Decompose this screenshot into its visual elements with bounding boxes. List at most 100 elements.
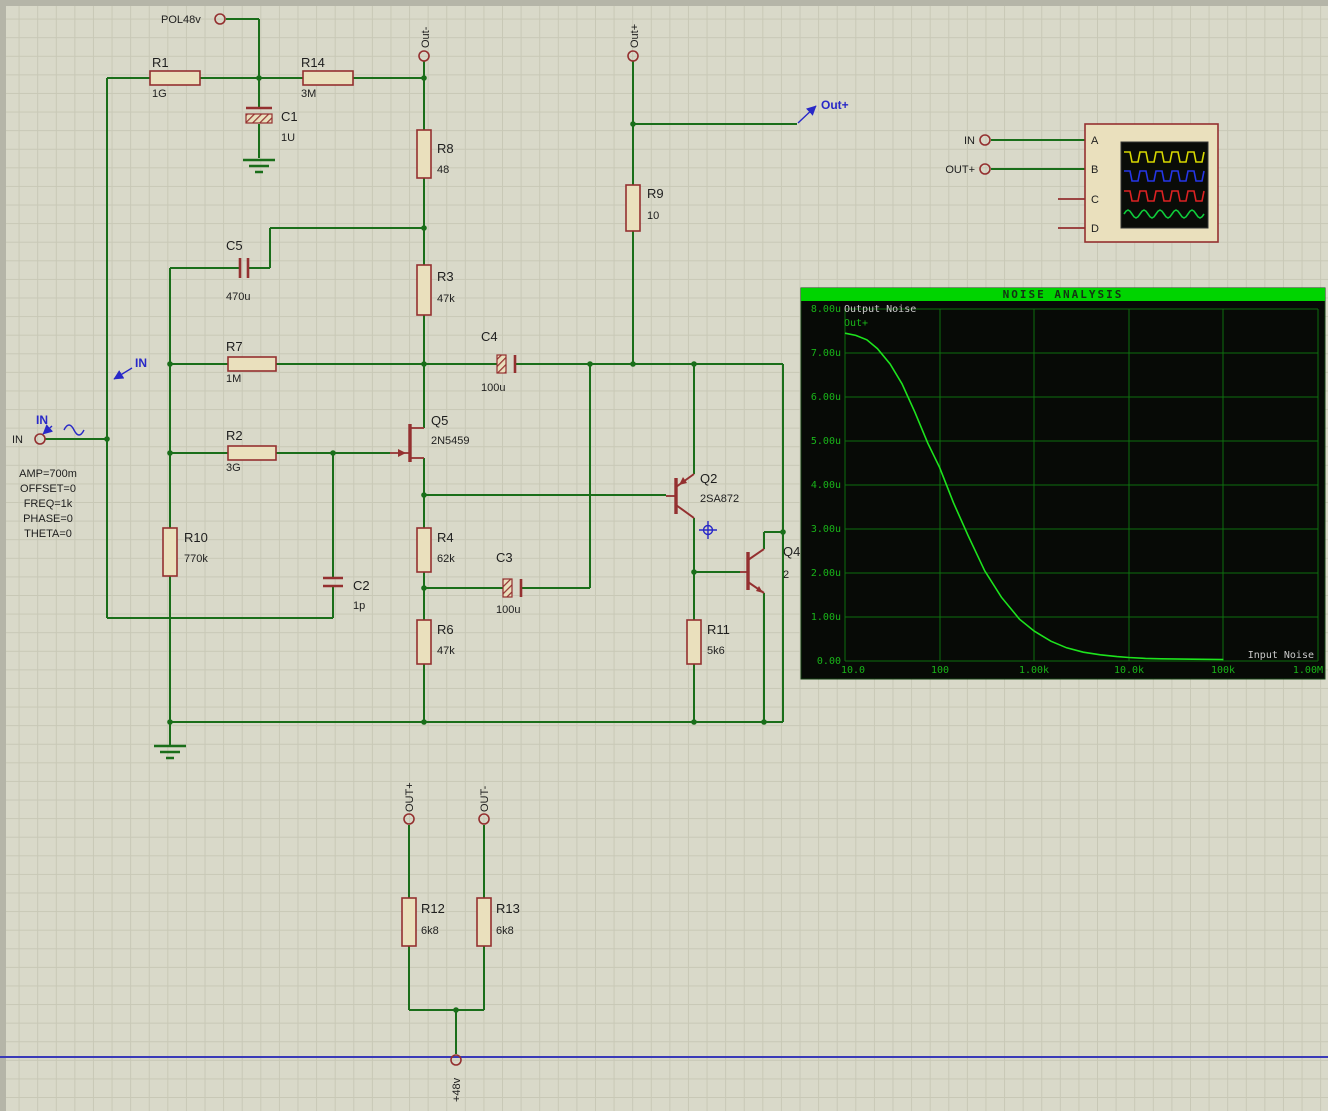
schematic-canvas[interactable]: POL48v R1 1G R14 3M C1 1U Out- R8 48 C5 … — [0, 0, 1328, 1111]
component-value-r6[interactable]: 47k — [437, 645, 455, 657]
capacitor-c3[interactable] — [502, 578, 523, 598]
terminal-scope-out-plus[interactable] — [979, 163, 991, 175]
ground-symbol-bottom[interactable] — [154, 744, 186, 760]
component-value-r4[interactable]: 62k — [437, 553, 455, 565]
terminal-out-plus-bottom[interactable] — [403, 813, 415, 825]
terminal-out-plus-top[interactable] — [627, 50, 639, 62]
resistor-r11[interactable] — [686, 619, 702, 665]
component-ref-r6[interactable]: R6 — [437, 622, 454, 637]
component-value-r13[interactable]: 6k8 — [496, 925, 514, 937]
graph-legend-input-noise: Input Noise — [1248, 650, 1314, 661]
capacitor-c5[interactable] — [238, 258, 250, 278]
capacitor-c2[interactable] — [323, 576, 343, 588]
resistor-r2[interactable] — [227, 445, 277, 461]
generator-param-offset: OFFSET=0 — [20, 483, 76, 495]
terminal-scope-in[interactable] — [979, 134, 991, 146]
scope-channel-d-label: D — [1091, 223, 1099, 235]
terminal-plus48v[interactable] — [450, 1054, 462, 1066]
terminal-label-out-minus-top[interactable]: Out- — [420, 26, 432, 48]
resistor-r9[interactable] — [625, 184, 641, 232]
resistor-r12[interactable] — [401, 897, 417, 947]
wire-label-arrow-out-plus[interactable] — [797, 105, 817, 124]
graph-panel[interactable] — [800, 287, 1326, 680]
component-value-q2[interactable]: 2SA872 — [700, 493, 739, 505]
terminal-out-minus-top[interactable] — [418, 50, 430, 62]
resistor-r7[interactable] — [227, 356, 277, 372]
terminal-out-minus-bottom[interactable] — [478, 813, 490, 825]
ground-symbol-c1[interactable] — [243, 158, 275, 174]
component-ref-r1[interactable]: R1 — [152, 55, 169, 70]
resistor-r1[interactable] — [149, 70, 201, 86]
component-ref-r11[interactable]: R11 — [707, 622, 730, 637]
scope-channel-a-label: A — [1091, 135, 1099, 147]
terminal-label-pol48v[interactable]: POL48v — [161, 14, 201, 26]
generator-param-amp: AMP=700m — [19, 468, 77, 480]
component-value-r1[interactable]: 1G — [152, 88, 167, 100]
wire-label-arrow-in-upper[interactable] — [113, 367, 133, 380]
scope-input-label-in[interactable]: IN — [964, 135, 975, 147]
resistor-r13[interactable] — [476, 897, 492, 947]
component-ref-q4[interactable]: Q4 — [783, 544, 800, 559]
terminal-label-out-plus-top[interactable]: Out+ — [629, 24, 641, 48]
component-ref-r13[interactable]: R13 — [496, 901, 520, 916]
component-ref-r10[interactable]: R10 — [184, 530, 208, 545]
wire-label-in-upper[interactable]: IN — [135, 356, 147, 370]
component-value-q5[interactable]: 2N5459 — [431, 435, 470, 447]
component-ref-c2[interactable]: C2 — [353, 578, 370, 593]
component-value-r12[interactable]: 6k8 — [421, 925, 439, 937]
resistor-r8[interactable] — [416, 129, 432, 179]
component-value-c5[interactable]: 470u — [226, 291, 250, 303]
component-ref-c3[interactable]: C3 — [496, 550, 513, 565]
component-value-r14[interactable]: 3M — [301, 88, 316, 100]
component-value-c2[interactable]: 1p — [353, 600, 365, 612]
component-ref-r7[interactable]: R7 — [226, 339, 243, 354]
graph-trace-label: Output Noise — [844, 304, 916, 315]
terminal-label-out-plus-bottom[interactable]: OUT+ — [404, 782, 416, 812]
resistor-r10[interactable] — [162, 527, 178, 577]
component-ref-r2[interactable]: R2 — [226, 428, 243, 443]
component-ref-c4[interactable]: C4 — [481, 329, 498, 344]
terminal-in[interactable] — [34, 433, 46, 445]
transistor-q4[interactable] — [740, 548, 765, 594]
capacitor-c1[interactable] — [245, 106, 273, 124]
component-value-r9[interactable]: 10 — [647, 210, 659, 222]
resistor-r14[interactable] — [302, 70, 354, 86]
component-value-r3[interactable]: 47k — [437, 293, 455, 305]
component-value-r11[interactable]: 5k6 — [707, 645, 725, 657]
wire-label-arrow-in-lower[interactable] — [42, 424, 54, 435]
component-ref-c1[interactable]: C1 — [281, 109, 298, 124]
component-ref-r4[interactable]: R4 — [437, 530, 454, 545]
transistor-q2-pnp[interactable] — [666, 473, 695, 519]
component-ref-r14[interactable]: R14 — [301, 55, 325, 70]
terminal-pol48v[interactable] — [214, 13, 226, 25]
component-value-r7[interactable]: 1M — [226, 373, 241, 385]
component-value-r8[interactable]: 48 — [437, 164, 449, 176]
component-value-q4[interactable]: 2 — [783, 569, 789, 581]
component-ref-r8[interactable]: R8 — [437, 141, 454, 156]
component-ref-c5[interactable]: C5 — [226, 238, 243, 253]
component-ref-q5[interactable]: Q5 — [431, 413, 448, 428]
component-ref-r3[interactable]: R3 — [437, 269, 454, 284]
component-ref-r12[interactable]: R12 — [421, 901, 445, 916]
component-value-c1[interactable]: 1U — [281, 132, 295, 144]
component-value-c3[interactable]: 100u — [496, 604, 520, 616]
component-ref-q2[interactable]: Q2 — [700, 471, 717, 486]
terminal-label-out-minus-bottom[interactable]: OUT- — [479, 785, 491, 812]
transistor-q5-jfet[interactable] — [390, 424, 424, 462]
component-ref-r9[interactable]: R9 — [647, 186, 664, 201]
component-value-c4[interactable]: 100u — [481, 382, 505, 394]
resistor-r6[interactable] — [416, 619, 432, 665]
generator-sine-icon[interactable] — [63, 424, 85, 436]
component-value-r10[interactable]: 770k — [184, 553, 208, 565]
capacitor-c4[interactable] — [496, 354, 517, 374]
resistor-r4[interactable] — [416, 527, 432, 573]
wire-label-in-lower[interactable]: IN — [36, 413, 48, 427]
oscilloscope[interactable]: IN OUT+ A B C D — [945, 123, 1219, 243]
wire-label-out-plus[interactable]: Out+ — [821, 98, 849, 112]
component-value-r2[interactable]: 3G — [226, 462, 241, 474]
terminal-label-plus48v[interactable]: +48v — [451, 1077, 463, 1102]
scope-input-label-out-plus[interactable]: OUT+ — [945, 164, 975, 176]
noise-analysis-graph[interactable]: NOISE ANALYSIS 8.00u 7.00u 6.00u 5.00u 4… — [800, 287, 1326, 680]
resistor-r3[interactable] — [416, 264, 432, 316]
terminal-label-in[interactable]: IN — [12, 434, 23, 446]
